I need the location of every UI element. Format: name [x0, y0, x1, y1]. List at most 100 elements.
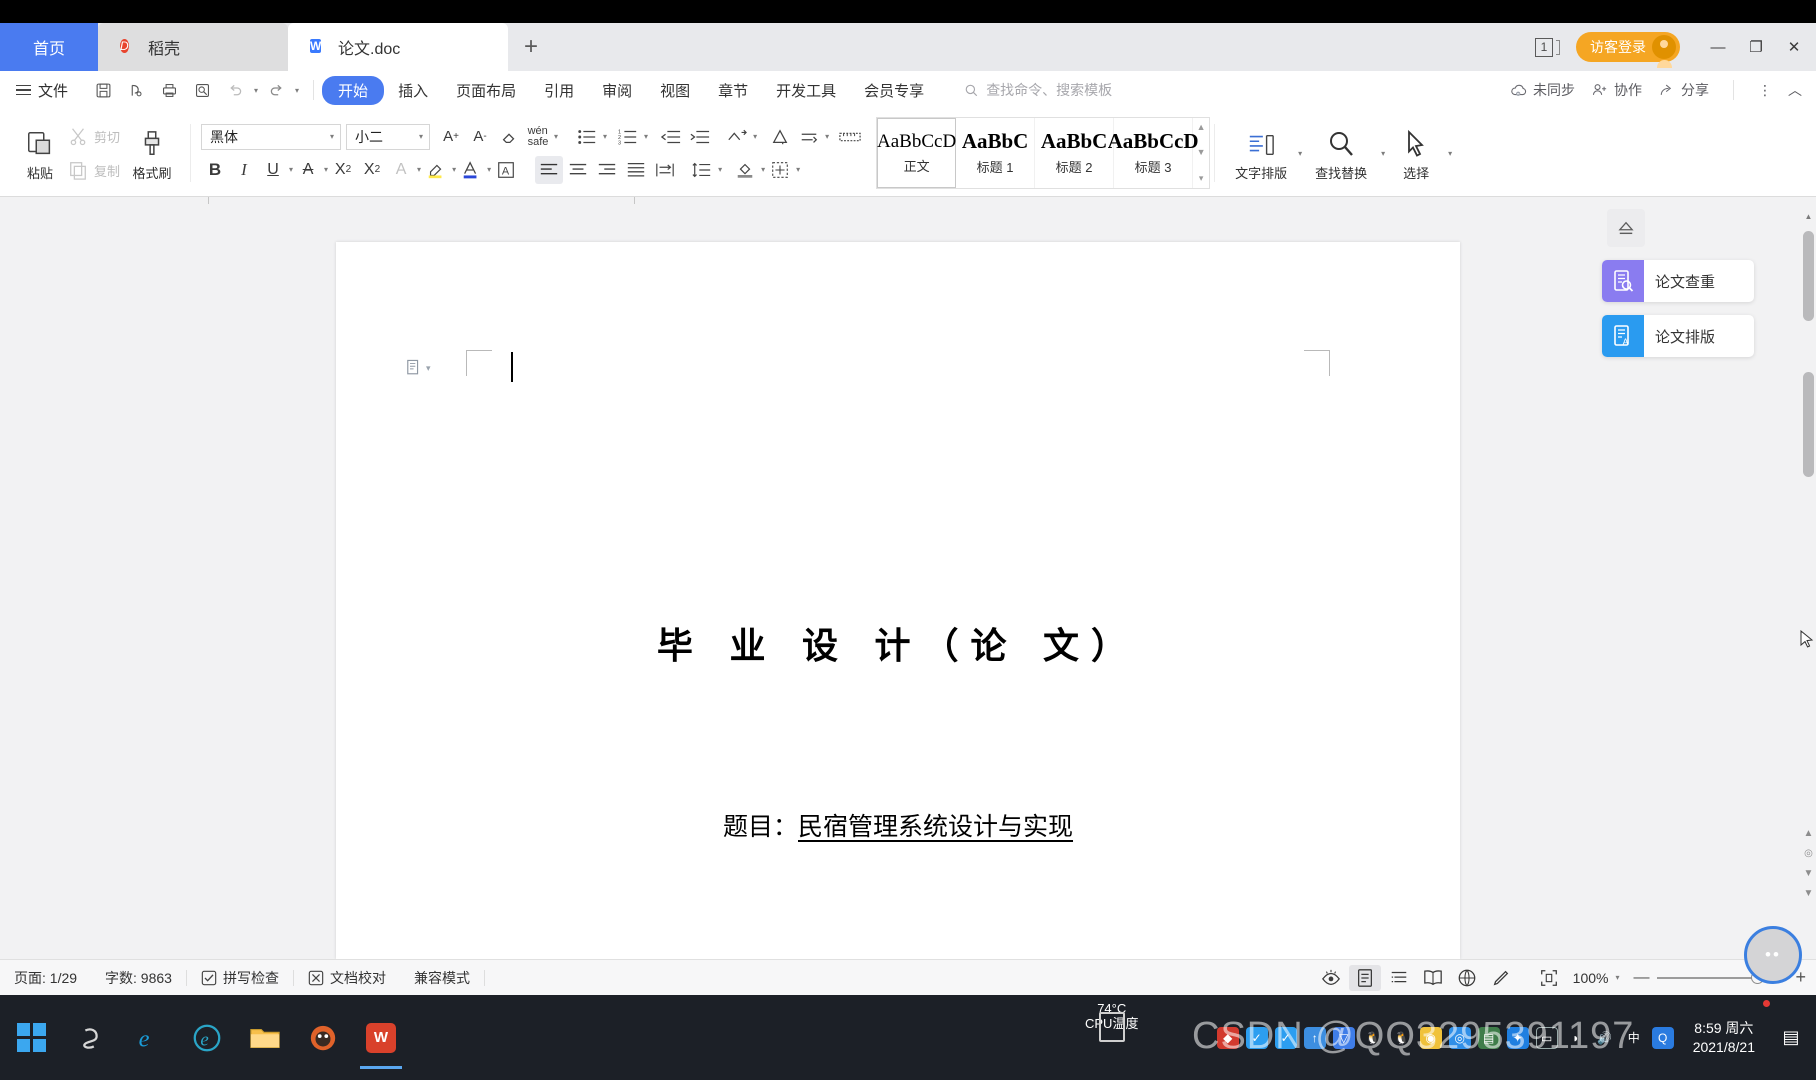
ruler-icon[interactable]: [836, 123, 864, 151]
paste-button[interactable]: 粘贴: [12, 113, 68, 193]
character-border-icon[interactable]: A: [492, 156, 520, 184]
taskbar-app-file-explorer[interactable]: [236, 1007, 294, 1069]
ruler[interactable]: [0, 197, 1816, 209]
save-icon[interactable]: [88, 76, 118, 104]
collapse-ribbon-button[interactable]: ︿: [1788, 80, 1802, 100]
italic-icon[interactable]: I: [230, 156, 258, 184]
start-button[interactable]: [0, 1007, 62, 1069]
read-mode-icon[interactable]: [1417, 965, 1449, 991]
font-color-dropdown-icon[interactable]: ▾: [487, 165, 491, 174]
customize-qat-icon[interactable]: ▾: [295, 86, 299, 95]
text-effect-icon[interactable]: A: [387, 156, 415, 184]
shrink-font-icon[interactable]: A-: [466, 123, 494, 151]
thesis-plagiarism-check-button[interactable]: 论文查重: [1602, 260, 1754, 302]
scrollbar-thumb-upper[interactable]: [1803, 231, 1814, 321]
scroll-up-icon[interactable]: ▲: [1801, 209, 1816, 224]
minimize-button[interactable]: —: [1700, 27, 1736, 67]
taskbar-app-firefox[interactable]: [294, 1007, 352, 1069]
justify-icon[interactable]: [622, 156, 650, 184]
spellcheck-toggle[interactable]: 拼写检查: [187, 968, 293, 988]
thesis-format-button[interactable]: A 论文排版: [1602, 315, 1754, 357]
style-heading-2[interactable]: AaBbC 标题 2: [1035, 117, 1115, 188]
command-search[interactable]: 查找命令、搜索模板: [964, 80, 1112, 100]
next-page-icon[interactable]: ▼: [1804, 868, 1814, 879]
window-list-button[interactable]: 1: [1535, 37, 1560, 57]
tab-member-exclusive[interactable]: 会员专享: [850, 76, 938, 105]
cut-button[interactable]: 剪切: [68, 122, 124, 150]
zoom-out-button[interactable]: —: [1633, 969, 1649, 987]
tab-home[interactable]: 首页: [0, 23, 98, 71]
borders-icon[interactable]: [766, 156, 794, 184]
highlight-dropdown-icon[interactable]: ▾: [452, 165, 456, 174]
tab-insert[interactable]: 插入: [384, 76, 442, 105]
bullets-dropdown-icon[interactable]: ▾: [603, 132, 607, 141]
fit-page-icon[interactable]: [1533, 965, 1565, 991]
superscript-icon[interactable]: X2: [329, 156, 357, 184]
strikethrough-dropdown-icon[interactable]: ▾: [324, 165, 328, 174]
line-break-dropdown-icon[interactable]: ▾: [825, 132, 829, 141]
tab-docer[interactable]: D 稻壳: [98, 23, 288, 71]
distribute-icon[interactable]: [651, 156, 679, 184]
find-replace-button[interactable]: 查找替换: [1302, 113, 1380, 193]
scroll-down-icon[interactable]: ▼: [1804, 888, 1814, 899]
line-spacing-icon[interactable]: [688, 156, 716, 184]
page-indicator[interactable]: 页面: 1/29: [0, 968, 91, 988]
focus-eye-icon[interactable]: [1315, 965, 1347, 991]
tab-document[interactable]: W 论文.doc: [288, 23, 508, 71]
more-options-button[interactable]: ⋮: [1758, 82, 1772, 99]
previous-page-icon[interactable]: ▲: [1804, 828, 1814, 839]
line-break-icon[interactable]: [795, 123, 823, 151]
compatibility-mode[interactable]: 兼容模式: [400, 968, 484, 988]
taskbar-app-wps[interactable]: W: [352, 1007, 410, 1069]
style-normal[interactable]: AaBbCcD 正文: [877, 117, 956, 188]
tab-start[interactable]: 开始: [322, 75, 385, 105]
bold-icon[interactable]: B: [201, 156, 229, 184]
undo-icon[interactable]: [220, 76, 250, 104]
clear-format-icon[interactable]: [495, 123, 523, 151]
outline-icon[interactable]: [1383, 965, 1415, 991]
align-right-icon[interactable]: [593, 156, 621, 184]
highlight-icon[interactable]: [422, 156, 450, 184]
sync-status-button[interactable]: 未同步: [1510, 80, 1575, 100]
decrease-indent-icon[interactable]: [657, 123, 685, 151]
paragraph-mark-icon[interactable]: ▾: [406, 359, 431, 377]
show-marks-icon[interactable]: [766, 123, 794, 151]
new-tab-button[interactable]: +: [508, 23, 554, 71]
tab-review[interactable]: 审阅: [588, 76, 646, 105]
increase-indent-icon[interactable]: [686, 123, 714, 151]
grow-font-icon[interactable]: A +: [437, 123, 465, 151]
tab-page-layout[interactable]: 页面布局: [442, 76, 530, 105]
text-effect-dropdown-icon[interactable]: ▾: [417, 165, 421, 174]
taskbar-app-edge[interactable]: e: [178, 1007, 236, 1069]
align-center-icon[interactable]: [564, 156, 592, 184]
styles-expand-icon[interactable]: ▾: [1199, 173, 1204, 184]
subscript-icon[interactable]: X2: [358, 156, 386, 184]
print-icon[interactable]: [154, 76, 184, 104]
strikethrough-icon[interactable]: A: [294, 156, 322, 184]
numbering-icon[interactable]: 123: [614, 123, 642, 151]
underline-dropdown-icon[interactable]: ▾: [289, 165, 293, 174]
style-heading-3[interactable]: AaBbCcD 标题 3: [1108, 117, 1199, 188]
pinyin-guide-icon[interactable]: wén safe: [524, 123, 552, 151]
borders-dropdown-icon[interactable]: ▾: [796, 165, 800, 174]
maximize-button[interactable]: ❐: [1738, 27, 1774, 67]
redo-icon[interactable]: [261, 76, 291, 104]
text-layout-button[interactable]: 文字排版: [1225, 113, 1297, 193]
edit-pen-icon[interactable]: [1485, 965, 1517, 991]
font-family-select[interactable]: 黑体 ▾: [201, 123, 342, 150]
document-page[interactable]: ▾ 毕 业 设 计（论 文） 题目：民宿管理系统设计与实现: [336, 242, 1460, 959]
web-layout-icon[interactable]: [1451, 965, 1483, 991]
sort-icon[interactable]: [723, 123, 751, 151]
styles-scroll-up-icon[interactable]: ▲: [1197, 122, 1206, 132]
undo-dropdown-icon[interactable]: ▾: [254, 86, 258, 95]
guest-login-button[interactable]: 访客登录: [1576, 32, 1680, 68]
bullets-icon[interactable]: [573, 123, 601, 151]
underline-icon[interactable]: U: [259, 156, 287, 184]
proofread-toggle[interactable]: 文档校对: [294, 968, 400, 988]
eject-icon[interactable]: [1607, 209, 1645, 247]
shading-icon[interactable]: [731, 156, 759, 184]
cpu-temperature-widget[interactable]: 74°C CPU温度: [1085, 1001, 1138, 1042]
tab-view[interactable]: 视图: [646, 76, 704, 105]
style-heading-1[interactable]: AaBbC 标题 1: [956, 117, 1036, 188]
select-browse-object-icon[interactable]: ◎: [1804, 848, 1813, 859]
